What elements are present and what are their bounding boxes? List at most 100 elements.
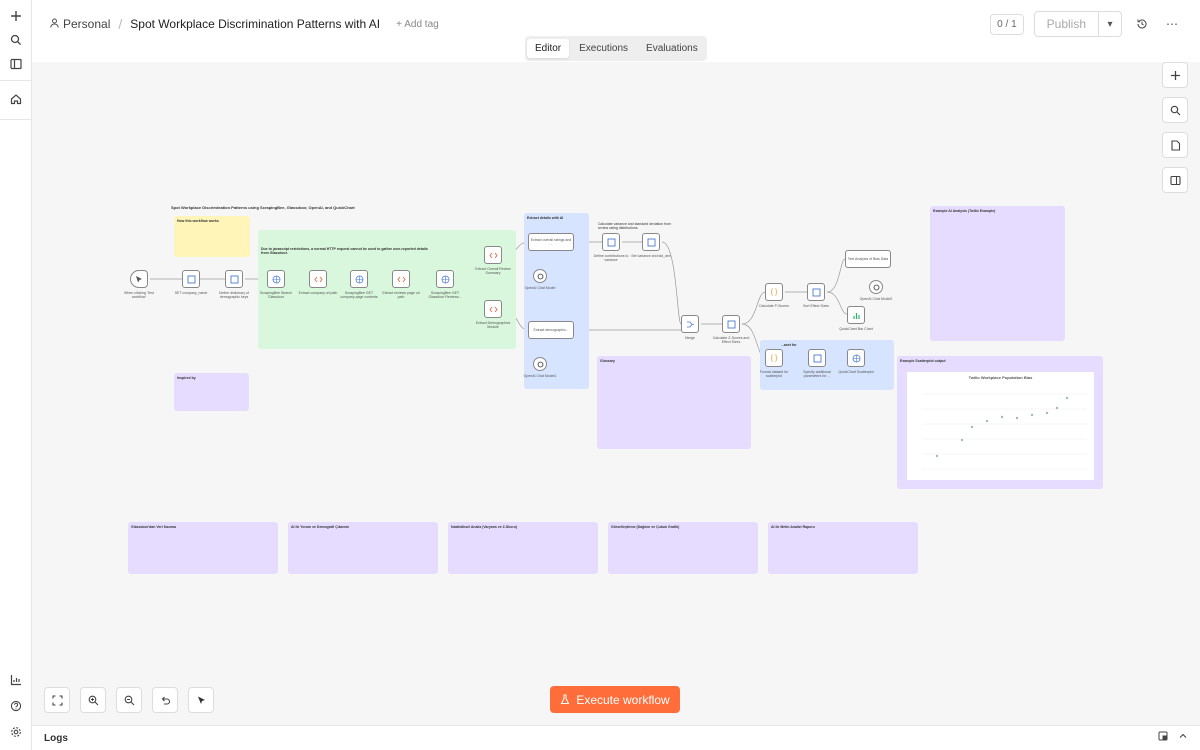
extract-demographics-node[interactable] — [484, 300, 502, 318]
bottom-note-title: İstatistiksel Analiz (Varyans ve Z-Skoru… — [451, 525, 518, 529]
sidebar-toggle-icon[interactable] — [6, 54, 26, 74]
bottom-note-title: AI ile Metin Analizi Raporu — [771, 525, 815, 529]
undo-icon — [161, 696, 170, 705]
bottom-note-statistics[interactable]: İstatistiksel Analiz (Varyans ve Z-Skoru… — [448, 522, 598, 574]
node-label: SET company_name — [174, 291, 208, 295]
more-options-icon[interactable]: ⋯ — [1162, 14, 1182, 34]
code-icon — [488, 252, 498, 258]
example-ai-analysis-note[interactable]: Example AI Analysis (Twilio Example) — [930, 206, 1065, 341]
scatter-plot-graphic — [922, 393, 1087, 470]
quickchart-scatter-node[interactable] — [847, 349, 865, 367]
zoom-out-button[interactable] — [116, 687, 142, 713]
extract-ratings-ai-node[interactable]: Extract overall ratings and ... — [528, 233, 574, 251]
cursor-icon — [135, 275, 142, 282]
workflow-title[interactable]: Spot Workplace Discrimination Patterns w… — [130, 17, 380, 31]
node-label: Extract overall ratings and ... — [530, 238, 572, 246]
extract-reviews-url-node[interactable] — [392, 270, 410, 288]
bottom-note-text-analysis[interactable]: AI ile Metin Analizi Raporu — [768, 522, 918, 574]
merge-node[interactable] — [681, 315, 699, 333]
node-label: Extract Demographics Module — [475, 321, 511, 329]
inspired-note[interactable]: Inspired by — [174, 373, 249, 411]
workflow-main-title: Spot Workplace Discrimination Patterns u… — [171, 205, 355, 210]
tab-editor[interactable]: Editor — [527, 39, 570, 58]
zoom-out-icon — [124, 695, 134, 705]
left-sidebar — [0, 0, 32, 750]
home-icon[interactable] — [6, 89, 26, 109]
extract-review-summary-node[interactable] — [484, 246, 502, 264]
workflow-canvas[interactable]: Spot Workplace Discrimination Patterns u… — [32, 62, 1200, 725]
sort-effect-sizes-node[interactable] — [807, 283, 825, 301]
zoom-in-button[interactable] — [80, 687, 106, 713]
specify-params-node[interactable] — [808, 349, 826, 367]
scraping-note[interactable]: Due to javascript restrictions, a normal… — [258, 230, 516, 349]
publish-group: Publish ▾ — [1033, 11, 1122, 37]
set-variance-node[interactable] — [642, 233, 660, 251]
node-label: QuickChart Scatterplot — [838, 370, 874, 374]
logs-label: Logs — [44, 732, 68, 744]
cleanup-button[interactable] — [188, 687, 214, 713]
logs-popout-icon[interactable] — [1158, 731, 1168, 744]
undo-button[interactable] — [152, 687, 178, 713]
scrapingbee-search-node[interactable] — [267, 270, 285, 288]
plus-icon[interactable] — [6, 6, 26, 26]
tab-evaluations[interactable]: Evaluations — [638, 39, 706, 58]
active-counter[interactable]: 0 / 1 — [990, 13, 1024, 35]
text-analysis-node[interactable]: Text Analysis of Bias Data — [845, 250, 891, 268]
fit-view-button[interactable] — [44, 687, 70, 713]
node-label: Sort Effect Sizes — [803, 304, 829, 308]
node-label: Text Analysis of Bias Data — [847, 257, 889, 261]
extract-company-url-node[interactable] — [309, 270, 327, 288]
format-scatter-node[interactable]: { } — [765, 349, 783, 367]
calculate-pscores-node[interactable]: { } — [765, 283, 783, 301]
openai-model-2-node[interactable] — [869, 280, 883, 294]
bottom-note-visualization[interactable]: Görselleştirme (Dağılım ve Çubuk Grafik) — [608, 522, 758, 574]
bottom-note-title: Glassdoor'dan Veri Kazıma — [131, 525, 176, 529]
add-tag-button[interactable]: + Add tag — [396, 19, 439, 30]
inspired-title: Inspired by — [177, 376, 196, 380]
execute-workflow-button[interactable]: Execute workflow — [550, 686, 680, 713]
chevron-down-icon[interactable]: ▾ — [1099, 19, 1121, 30]
publish-button[interactable]: Publish — [1035, 12, 1099, 36]
scatter-output-title: Example Scatterplot output — [900, 359, 946, 363]
calculate-zscores-node[interactable] — [722, 315, 740, 333]
search-icon[interactable] — [6, 30, 26, 50]
scrape-note-title: Due to javascript restrictions, a normal… — [261, 247, 428, 255]
globe-icon — [441, 275, 449, 283]
code-icon — [396, 276, 406, 282]
define-dictionary-node[interactable] — [225, 270, 243, 288]
extract-demographic-ai-node[interactable]: Extract demographic... — [528, 321, 574, 339]
chevron-up-icon[interactable] — [1178, 731, 1188, 744]
edit-icon — [812, 288, 820, 296]
scatterplot-image: Twilio Workplace Population Bias — [907, 372, 1094, 480]
set-company-node[interactable] — [182, 270, 200, 288]
bottom-note-ai-extraction[interactable]: AI ile Yorum ve Demografi Çıkarımı — [288, 522, 438, 574]
openai-model-1-node[interactable] — [533, 357, 547, 371]
bottom-note-scraping[interactable]: Glassdoor'dan Veri Kazıma — [128, 522, 278, 574]
scrapingbee-company-node[interactable] — [350, 270, 368, 288]
tab-executions[interactable]: Executions — [571, 39, 636, 58]
node-label: Extract Overall Review Summary — [475, 267, 511, 275]
node-label: OpenAI Chat Model1 — [523, 374, 557, 378]
define-contributions-node[interactable] — [602, 233, 620, 251]
globe-icon — [852, 354, 860, 362]
openai-icon — [537, 273, 543, 279]
history-icon[interactable] — [1132, 14, 1152, 34]
project-link[interactable]: Personal — [63, 17, 110, 31]
manual-trigger-node[interactable] — [130, 270, 148, 288]
example-ai-title: Example AI Analysis (Twilio Example) — [933, 209, 996, 213]
braces-icon: { } — [770, 354, 778, 362]
insights-icon[interactable] — [6, 670, 26, 690]
scatterplot-output-note[interactable]: Example Scatterplot output Twilio Workpl… — [897, 356, 1103, 489]
glossary-note[interactable]: Glossary — [597, 356, 751, 449]
scrapingbee-reviews-node[interactable] — [436, 270, 454, 288]
edit-icon — [813, 354, 821, 362]
how-it-works-note[interactable]: How this workflow works — [174, 216, 250, 257]
help-icon[interactable] — [6, 696, 26, 716]
settings-icon[interactable] — [6, 722, 26, 742]
openai-icon — [537, 361, 543, 367]
openai-model-node[interactable] — [533, 269, 547, 283]
quickchart-bar-node[interactable] — [847, 306, 865, 324]
node-label: Define dictionary of demographic keys — [219, 291, 249, 299]
logs-bar[interactable]: Logs — [32, 725, 1200, 750]
node-label: Extract company url path — [298, 291, 338, 295]
